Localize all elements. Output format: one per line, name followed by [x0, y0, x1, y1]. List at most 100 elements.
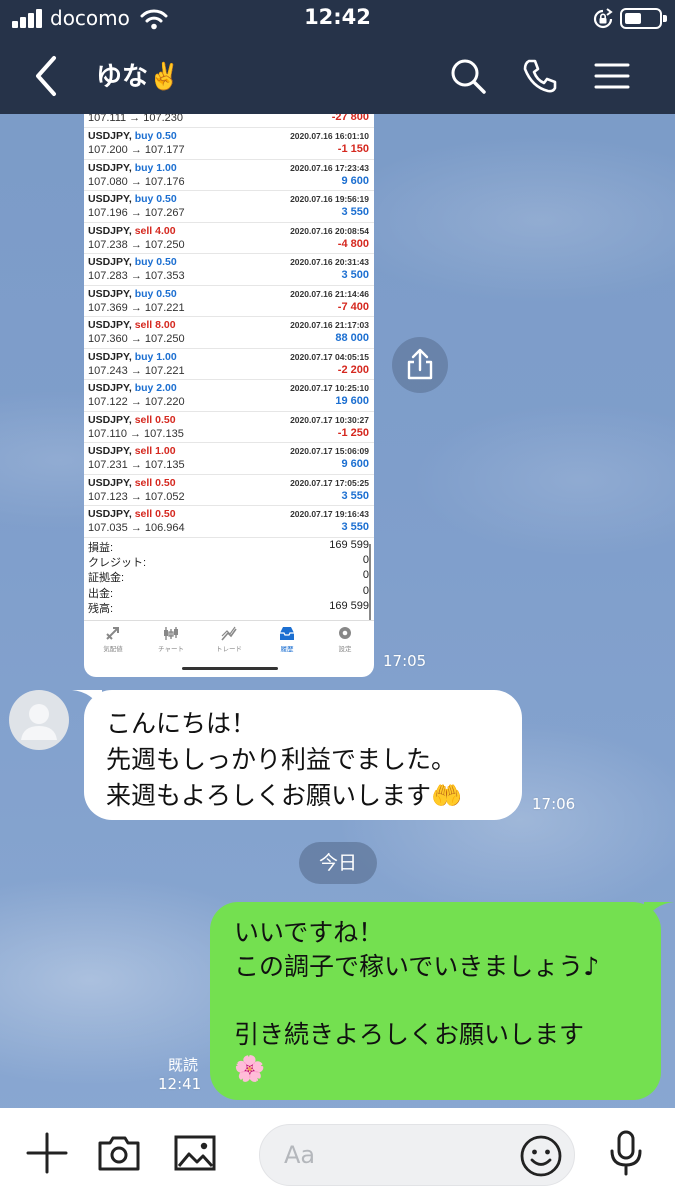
app-tab-candles[interactable]: チャート [142, 625, 200, 661]
home-indicator [182, 667, 278, 670]
share-icon [407, 348, 433, 380]
summary-value: 169 599 [329, 539, 369, 551]
trade-side: buy 0.50 [134, 130, 177, 142]
trade-symbol: USDJPY, buy 1.00 [88, 161, 177, 174]
trade-side: buy 0.50 [134, 193, 177, 205]
microphone-icon[interactable] [603, 1130, 649, 1176]
trade-row-partial: 107.111 → 107.230 -27 800 [84, 114, 374, 128]
trade-profit: -2 200 [337, 363, 369, 376]
trade-row: USDJPY, buy 2.00 2020.07.17 10:25:10 107.1… [84, 380, 374, 412]
outgoing-timestamp: 12:41 [158, 1075, 202, 1093]
trade-row: USDJPY, buy 0.50 2020.07.16 20:31:43 107.2… [84, 254, 374, 286]
trade-symbol: USDJPY, buy 0.50 [88, 130, 177, 142]
plus-icon[interactable] [24, 1130, 70, 1176]
menu-icon[interactable] [592, 56, 632, 96]
trade-prices: 107.080 → 107.176 [88, 175, 185, 188]
trade-prices: 107.110 → 107.135 [88, 427, 184, 440]
summary-row: 証拠金: 0 [84, 568, 374, 584]
date-separator: 今日 [299, 842, 377, 884]
summary-row: 損益: 169 599 [84, 538, 374, 554]
trade-datetime: 2020.07.16 21:17:03 [290, 320, 369, 330]
trade-profit: 19 600 [335, 395, 369, 407]
trade-side: buy 0.50 [134, 287, 177, 300]
trade-symbol: USDJPY, buy 0.50 [88, 287, 177, 300]
trade-profit: 3 550 [341, 521, 369, 533]
default-avatar-icon [21, 704, 57, 740]
trade-symbol: USDJPY, buy 1.00 [88, 350, 177, 363]
trade-symbol: USDJPY, buy 0.50 [88, 193, 177, 205]
app-tab-settings[interactable]: 設定 [316, 625, 374, 661]
trade-row: USDJPY, buy 1.00 2020.07.16 17:23:43 107.0… [84, 160, 374, 191]
trade-datetime: 2020.07.16 21:14:46 [290, 288, 369, 299]
trade-row: USDJPY, sell 8.00 2020.07.16 21:17:03 107.… [84, 317, 374, 349]
status-time: 12:42 [304, 5, 371, 29]
settings-icon [339, 627, 351, 639]
trade-prices: 107.122 → 107.220 [88, 396, 185, 408]
app-tab-trade[interactable]: トレード [200, 625, 258, 661]
trade-profit: -7 400 [337, 300, 369, 313]
trade-datetime: 2020.07.17 19:16:43 [290, 509, 369, 519]
summary-value: 169 599 [329, 599, 369, 612]
trade-side: sell 8.00 [134, 319, 176, 331]
camera-icon[interactable] [96, 1130, 142, 1176]
trade-prices: 107.196 → 107.267 [88, 207, 185, 219]
nav-bar: ゆな✌️ [0, 38, 675, 114]
share-button[interactable] [392, 337, 448, 393]
trade-symbol: USDJPY, sell 0.50 [88, 413, 176, 426]
summary-row: 出金: 0 [84, 584, 374, 600]
trade-symbol: USDJPY, buy 0.50 [88, 256, 177, 268]
trade-profit: 3 550 [341, 489, 369, 502]
app-tabbar: 気配値 チャート トレード 履歴 設定 [84, 620, 374, 660]
trade-profit: -1 250 [337, 426, 369, 439]
trade-symbol: USDJPY, sell 0.50 [88, 508, 176, 520]
trade-datetime: 2020.07.17 10:30:27 [290, 414, 369, 425]
trade-prices: 107.238 → 107.250 [88, 238, 185, 251]
trade-row: USDJPY, buy 0.50 2020.07.16 21:14:46 107.3… [84, 286, 374, 317]
summary-row: 残高: 169 599 [84, 599, 374, 615]
battery-icon [620, 8, 667, 29]
trade-row: USDJPY, sell 4.00 2020.07.16 20:08:54 107.… [84, 223, 374, 254]
trade-row: USDJPY, sell 0.50 2020.07.17 10:30:27 107.… [84, 412, 374, 443]
image-icon[interactable] [172, 1130, 218, 1176]
trade-profit: -1 150 [337, 143, 369, 155]
emoji-icon[interactable] [519, 1134, 563, 1178]
incoming-line-1: こんにちは！ [106, 709, 257, 738]
trade-symbol: USDJPY, sell 4.00 [88, 224, 176, 237]
trade-prices: 107.360 → 107.250 [88, 333, 185, 345]
search-icon[interactable] [448, 56, 488, 96]
trade-profit: 3 500 [341, 269, 369, 281]
trade-datetime: 2020.07.16 17:23:43 [290, 162, 369, 173]
app-tab-label: 気配値 [103, 646, 123, 653]
back-button[interactable] [28, 54, 68, 98]
trade-datetime: 2020.07.16 20:08:54 [290, 225, 369, 236]
phone-icon[interactable] [520, 56, 560, 96]
outgoing-message-bubble[interactable]: いいですね！ この調子で稼いでいきましょう♪ 引き続きよろしくお願いします 🌸 [210, 902, 661, 1100]
trade-history-screenshot[interactable]: 107.111 → 107.230 -27 800 USDJPY, buy 0.… [84, 114, 374, 677]
trade-prices: 107.369 → 107.221 [88, 301, 185, 314]
app-tab-quotes[interactable]: 気配値 [84, 625, 142, 661]
trade-side: buy 1.00 [134, 350, 177, 363]
trade-prices: 107.283 → 107.353 [88, 270, 185, 282]
trade-profit: 9 600 [341, 174, 369, 187]
trade-prices: 107.035 → 106.964 [88, 522, 185, 534]
trade-row: USDJPY, buy 0.50 2020.07.16 16:01:10 107.2… [84, 128, 374, 160]
trade-symbol: USDJPY, sell 8.00 [88, 319, 176, 331]
trade-datetime: 2020.07.17 15:06:09 [290, 446, 369, 456]
incoming-line-3: 来週もよろしくお願いします🤲 [106, 781, 463, 810]
trade-prices: 107.200 → 107.177 [88, 144, 185, 156]
avatar[interactable] [9, 690, 69, 750]
trade-prices: 107.123 → 107.052 [88, 490, 185, 503]
app-tab-label: 履歴 [280, 646, 294, 653]
trade-side: sell 0.50 [134, 476, 176, 489]
trade-datetime: 2020.07.16 20:31:43 [290, 257, 369, 267]
trade-datetime: 2020.07.17 04:05:15 [290, 351, 369, 362]
app-tab-label: 設定 [338, 646, 352, 653]
incoming-message-bubble[interactable]: こんにちは！ 先週もしっかり利益でました。 来週もよろしくお願いします🤲 [84, 690, 522, 820]
candles-icon [164, 627, 178, 640]
trade-row: USDJPY, buy 0.50 2020.07.16 19:56:19 107.1… [84, 191, 374, 223]
trade-datetime: 2020.07.16 16:01:10 [290, 131, 369, 141]
trade-side: buy 1.00 [134, 161, 177, 174]
history-icon [280, 627, 294, 640]
app-tab-history[interactable]: 履歴 [258, 625, 316, 661]
read-receipt: 既読 [168, 1056, 199, 1074]
